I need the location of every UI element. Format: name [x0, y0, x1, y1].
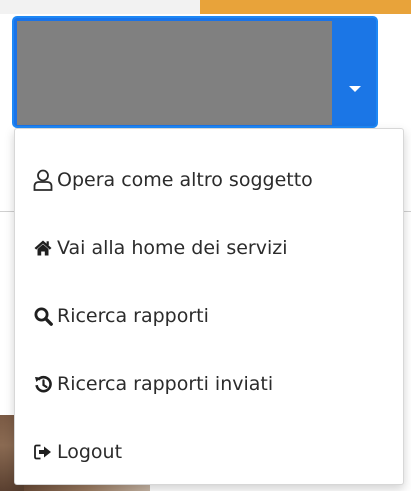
user-dropdown-menu: Opera come altro soggetto Vai alla home …: [14, 128, 404, 485]
menu-item-label: Logout: [57, 441, 123, 463]
menu-item-label: Ricerca rapporti inviati: [57, 373, 274, 395]
home-icon: [32, 237, 54, 259]
menu-item-label: Opera come altro soggetto: [57, 169, 313, 191]
menu-item-home-servizi[interactable]: Vai alla home dei servizi: [15, 214, 403, 282]
user-menu-main-button[interactable]: [17, 21, 333, 125]
menu-item-ricerca-rapporti-inviati[interactable]: Ricerca rapporti inviati: [15, 350, 403, 418]
user-outline-icon: [32, 169, 54, 191]
logout-icon: [32, 441, 54, 463]
caret-down-icon: [349, 86, 361, 92]
menu-item-label: Vai alla home dei servizi: [57, 237, 288, 259]
header-accent-bar: [200, 0, 411, 14]
user-menu-toggle-button[interactable]: [332, 18, 376, 126]
menu-item-ricerca-rapporti[interactable]: Ricerca rapporti: [15, 282, 403, 350]
history-icon: [32, 373, 54, 395]
search-icon: [32, 305, 54, 327]
menu-item-opera-come-altro-soggetto[interactable]: Opera come altro soggetto: [15, 146, 403, 214]
user-menu-split-button[interactable]: [12, 16, 378, 128]
menu-item-logout[interactable]: Logout: [15, 418, 403, 486]
menu-item-label: Ricerca rapporti: [57, 305, 209, 327]
